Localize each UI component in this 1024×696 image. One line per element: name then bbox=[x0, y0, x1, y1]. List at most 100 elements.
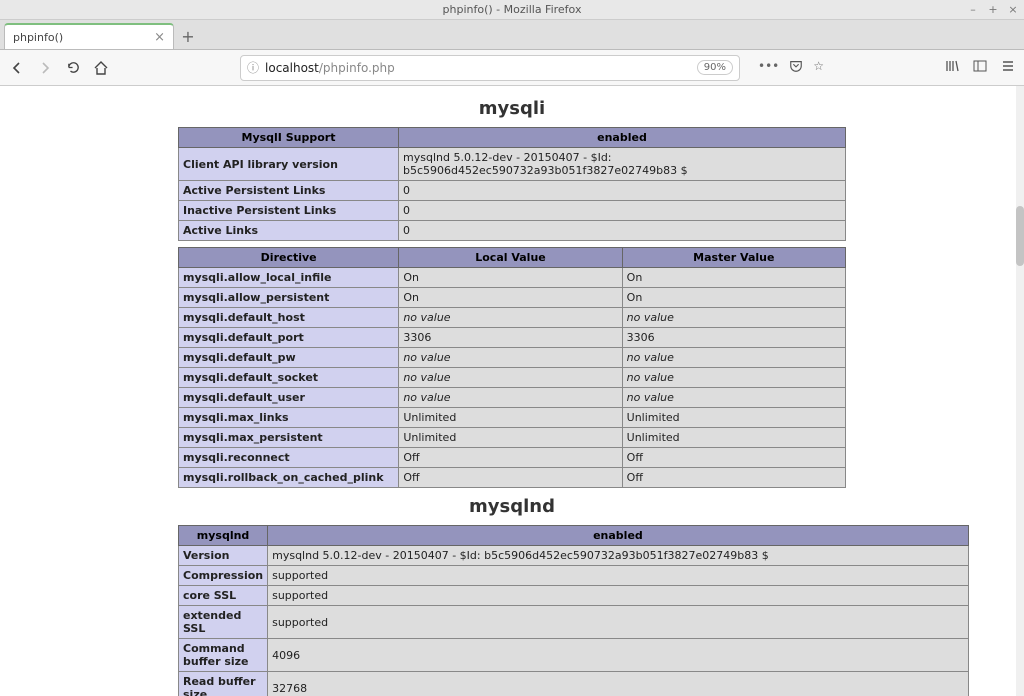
cell-master: no value bbox=[622, 348, 845, 368]
cell-local: no value bbox=[399, 308, 622, 328]
table-row: Active Links0 bbox=[179, 221, 846, 241]
cell-local: no value bbox=[399, 368, 622, 388]
window-maximize-button[interactable]: + bbox=[986, 3, 1000, 16]
th-enabled: enabled bbox=[399, 128, 846, 148]
cell-key: Compression bbox=[179, 566, 268, 586]
cell-key: mysqli.reconnect bbox=[179, 448, 399, 468]
cell-local: Unlimited bbox=[399, 428, 622, 448]
new-tab-button[interactable]: + bbox=[174, 23, 202, 49]
table-row: Inactive Persistent Links0 bbox=[179, 201, 846, 221]
reload-button[interactable] bbox=[64, 59, 82, 77]
cell-value: supported bbox=[268, 566, 969, 586]
table-row: extended SSLsupported bbox=[179, 606, 969, 639]
table-row: mysqli.default_socketno valueno value bbox=[179, 368, 846, 388]
cell-master: no value bbox=[622, 368, 845, 388]
th-directive: Directive bbox=[179, 248, 399, 268]
cell-master: Unlimited bbox=[622, 428, 845, 448]
cell-key: mysqli.default_socket bbox=[179, 368, 399, 388]
zoom-indicator[interactable]: 90% bbox=[697, 60, 733, 75]
mysqlnd-table: mysqlnd enabled Versionmysqlnd 5.0.12-de… bbox=[178, 525, 969, 696]
table-row: mysqli.default_hostno valueno value bbox=[179, 308, 846, 328]
page-actions-icon[interactable]: ••• bbox=[758, 59, 779, 76]
scrollbar-thumb[interactable] bbox=[1016, 206, 1024, 266]
cell-master: Unlimited bbox=[622, 408, 845, 428]
sidebar-icon[interactable] bbox=[972, 58, 988, 77]
cell-value: supported bbox=[268, 606, 969, 639]
table-row: mysqli.default_userno valueno value bbox=[179, 388, 846, 408]
table-row: Compressionsupported bbox=[179, 566, 969, 586]
th-mysqli-support: MysqlI Support bbox=[179, 128, 399, 148]
table-row: Command buffer size4096 bbox=[179, 639, 969, 672]
cell-local: Unlimited bbox=[399, 408, 622, 428]
table-row: mysqli.allow_local_infileOnOn bbox=[179, 268, 846, 288]
cell-key: Client API library version bbox=[179, 148, 399, 181]
cell-key: mysqli.default_port bbox=[179, 328, 399, 348]
cell-key: mysqli.allow_local_infile bbox=[179, 268, 399, 288]
cell-key: Active Links bbox=[179, 221, 399, 241]
library-icon[interactable] bbox=[944, 58, 960, 77]
mysqli-directives-table: Directive Local Value Master Value mysql… bbox=[178, 247, 846, 488]
th-enabled-2: enabled bbox=[268, 526, 969, 546]
cell-local: no value bbox=[399, 348, 622, 368]
window-title: phpinfo() - Mozilla Firefox bbox=[443, 3, 582, 16]
home-button[interactable] bbox=[92, 59, 110, 77]
cell-value: mysqlnd 5.0.12-dev - 20150407 - $Id: b5c… bbox=[399, 148, 846, 181]
cell-local: Off bbox=[399, 448, 622, 468]
th-mysqlnd: mysqlnd bbox=[179, 526, 268, 546]
browser-tab[interactable]: phpinfo() × bbox=[4, 23, 174, 49]
nav-toolbar: ⓘ localhost/phpinfo.php 90% ••• ☆ bbox=[0, 50, 1024, 86]
tab-close-icon[interactable]: × bbox=[154, 30, 165, 45]
cell-local: On bbox=[399, 268, 622, 288]
address-bar[interactable]: ⓘ localhost/phpinfo.php 90% bbox=[240, 55, 740, 81]
cell-key: mysqli.rollback_on_cached_plink bbox=[179, 468, 399, 488]
cell-value: 0 bbox=[399, 181, 846, 201]
scrollbar-track[interactable] bbox=[1016, 86, 1024, 696]
cell-key: mysqli.default_pw bbox=[179, 348, 399, 368]
section-heading-mysqlnd: mysqlnd bbox=[178, 496, 846, 517]
window-titlebar: phpinfo() - Mozilla Firefox – + × bbox=[0, 0, 1024, 20]
cell-master: On bbox=[622, 268, 845, 288]
cell-value: 4096 bbox=[268, 639, 969, 672]
cell-key: Inactive Persistent Links bbox=[179, 201, 399, 221]
cell-key: extended SSL bbox=[179, 606, 268, 639]
table-row: mysqli.default_pwno valueno value bbox=[179, 348, 846, 368]
cell-local: 3306 bbox=[399, 328, 622, 348]
cell-value: 0 bbox=[399, 201, 846, 221]
site-info-icon[interactable]: ⓘ bbox=[247, 59, 259, 76]
window-close-button[interactable]: × bbox=[1006, 3, 1020, 16]
mysqli-support-table: MysqlI Support enabled Client API librar… bbox=[178, 127, 846, 241]
table-row: mysqli.max_linksUnlimitedUnlimited bbox=[179, 408, 846, 428]
cell-local: no value bbox=[399, 388, 622, 408]
cell-key: Read buffer size bbox=[179, 672, 268, 696]
cell-key: Command buffer size bbox=[179, 639, 268, 672]
th-master-value: Master Value bbox=[622, 248, 845, 268]
table-row: mysqli.max_persistentUnlimitedUnlimited bbox=[179, 428, 846, 448]
table-row: Read buffer size32768 bbox=[179, 672, 969, 696]
window-minimize-button[interactable]: – bbox=[966, 3, 980, 16]
cell-key: core SSL bbox=[179, 586, 268, 606]
cell-key: mysqli.max_links bbox=[179, 408, 399, 428]
tab-title: phpinfo() bbox=[13, 31, 63, 44]
cell-local: Off bbox=[399, 468, 622, 488]
app-menu-icon[interactable] bbox=[1000, 58, 1016, 77]
pocket-icon[interactable] bbox=[789, 59, 803, 76]
cell-key: mysqli.max_persistent bbox=[179, 428, 399, 448]
cell-key: Version bbox=[179, 546, 268, 566]
phpinfo-content: mysqli MysqlI Support enabled Client API… bbox=[178, 86, 846, 696]
cell-master: Off bbox=[622, 448, 845, 468]
page-viewport[interactable]: mysqli MysqlI Support enabled Client API… bbox=[0, 86, 1024, 696]
bookmark-star-icon[interactable]: ☆ bbox=[813, 59, 824, 76]
cell-master: no value bbox=[622, 388, 845, 408]
back-button[interactable] bbox=[8, 59, 26, 77]
cell-master: 3306 bbox=[622, 328, 845, 348]
section-heading-mysqli: mysqli bbox=[178, 98, 846, 119]
cell-master: On bbox=[622, 288, 845, 308]
url-host: localhost bbox=[265, 61, 319, 75]
cell-value: 32768 bbox=[268, 672, 969, 696]
forward-button[interactable] bbox=[36, 59, 54, 77]
table-row: Versionmysqlnd 5.0.12-dev - 20150407 - $… bbox=[179, 546, 969, 566]
cell-value: mysqlnd 5.0.12-dev - 20150407 - $Id: b5c… bbox=[268, 546, 969, 566]
th-local-value: Local Value bbox=[399, 248, 622, 268]
table-row: Active Persistent Links0 bbox=[179, 181, 846, 201]
cell-value: supported bbox=[268, 586, 969, 606]
